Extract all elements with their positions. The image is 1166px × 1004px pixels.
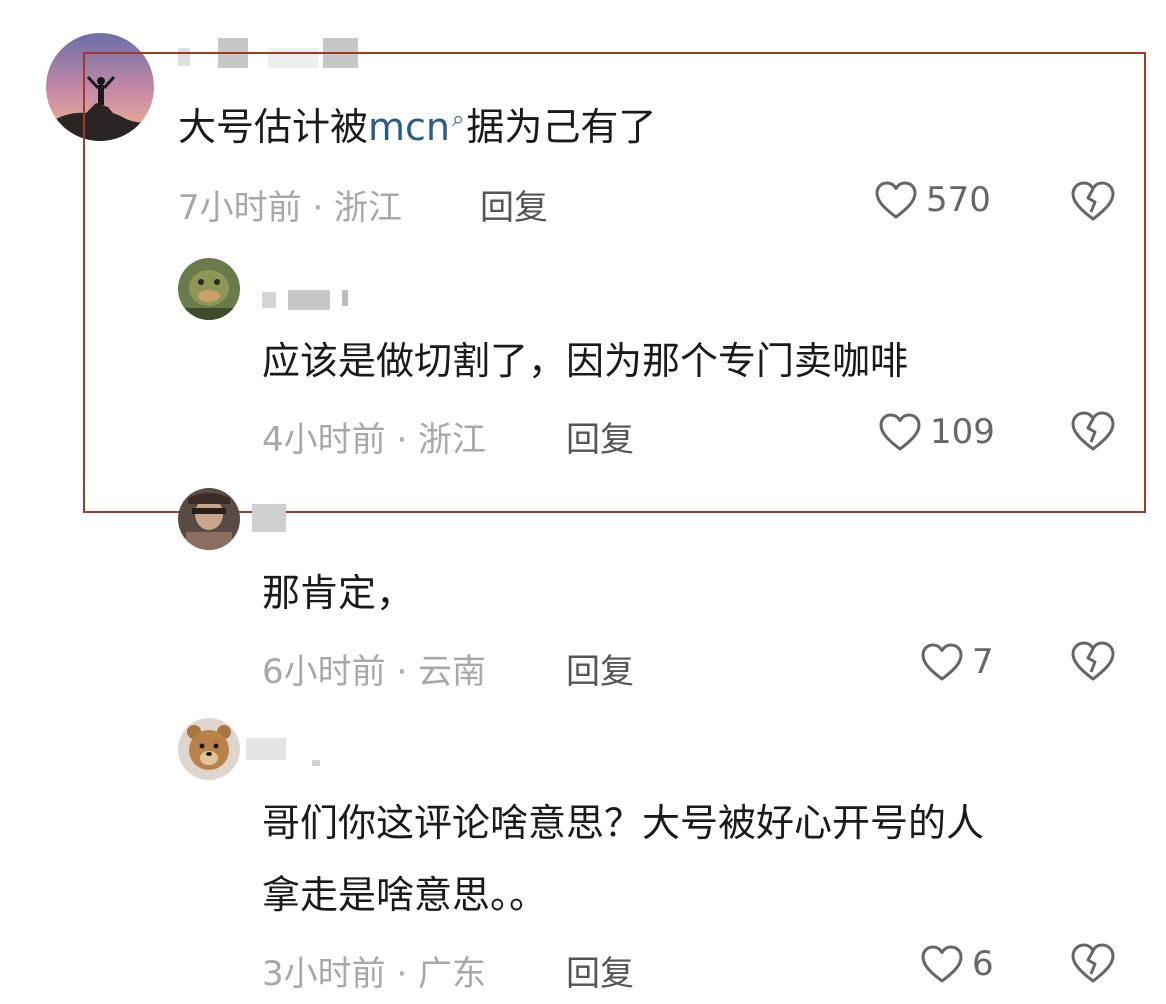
avatar-image [46, 33, 154, 141]
broken-heart-icon [1071, 641, 1115, 681]
search-icon[interactable]: ⌕ [452, 107, 464, 132]
like-button[interactable]: 570 [874, 180, 991, 220]
dislike-button[interactable] [1070, 410, 1116, 452]
reply-button[interactable]: 回复 [566, 644, 634, 693]
avatar-image [178, 258, 240, 320]
dislike-button[interactable] [1070, 942, 1116, 984]
comment-text: 大号估计被mcn⌕据为己有了 [178, 98, 656, 157]
avatar[interactable] [46, 33, 154, 141]
comment-text-line-2: 拿走是啥意思。。 [262, 873, 548, 917]
mention-link[interactable]: mcn [368, 105, 450, 149]
comment-text: 应该是做切割了，因为那个专门卖咖啡 [262, 339, 909, 383]
heart-outline-icon [879, 413, 921, 451]
comment-text-line-1: 哥们你这评论啥意思？大号被好心开号的人 [262, 801, 985, 845]
dislike-button[interactable] [1070, 180, 1116, 222]
broken-heart-icon [1071, 411, 1115, 451]
like-button[interactable]: 6 [920, 944, 994, 984]
comment-meta: 7小时前 · 浙江 [178, 188, 403, 228]
avatar[interactable] [178, 258, 240, 320]
comment-text-after: 据为己有了 [466, 105, 657, 149]
like-button[interactable]: 109 [878, 412, 995, 452]
like-count: 109 [930, 412, 995, 452]
like-count: 6 [972, 944, 994, 984]
avatar[interactable] [178, 718, 240, 780]
comment-meta: 4小时前 · 浙江 [262, 420, 487, 460]
dislike-button[interactable] [1070, 640, 1116, 682]
reply-button[interactable]: 回复 [566, 946, 634, 995]
username-redacted[interactable] [252, 504, 292, 532]
username-redacted[interactable] [246, 730, 336, 766]
heart-outline-icon [875, 181, 917, 219]
heart-outline-icon [921, 643, 963, 681]
comment-text: 那肯定， [262, 571, 415, 615]
username-redacted[interactable] [178, 38, 358, 68]
comment-meta: 6小时前 · 云南 [262, 652, 487, 692]
like-count: 7 [972, 642, 994, 682]
reply-button[interactable]: 回复 [480, 180, 548, 229]
username-redacted[interactable] [262, 282, 362, 310]
broken-heart-icon [1071, 181, 1115, 221]
like-button[interactable]: 7 [920, 642, 994, 682]
broken-heart-icon [1071, 943, 1115, 983]
like-count: 570 [926, 180, 991, 220]
avatar-image [178, 718, 240, 780]
heart-outline-icon [921, 945, 963, 983]
comment-text-before: 大号估计被 [178, 105, 369, 149]
avatar[interactable] [178, 488, 240, 550]
reply-button[interactable]: 回复 [566, 412, 634, 461]
comment-meta: 3小时前 · 广东 [262, 954, 487, 994]
avatar-image [178, 488, 240, 550]
